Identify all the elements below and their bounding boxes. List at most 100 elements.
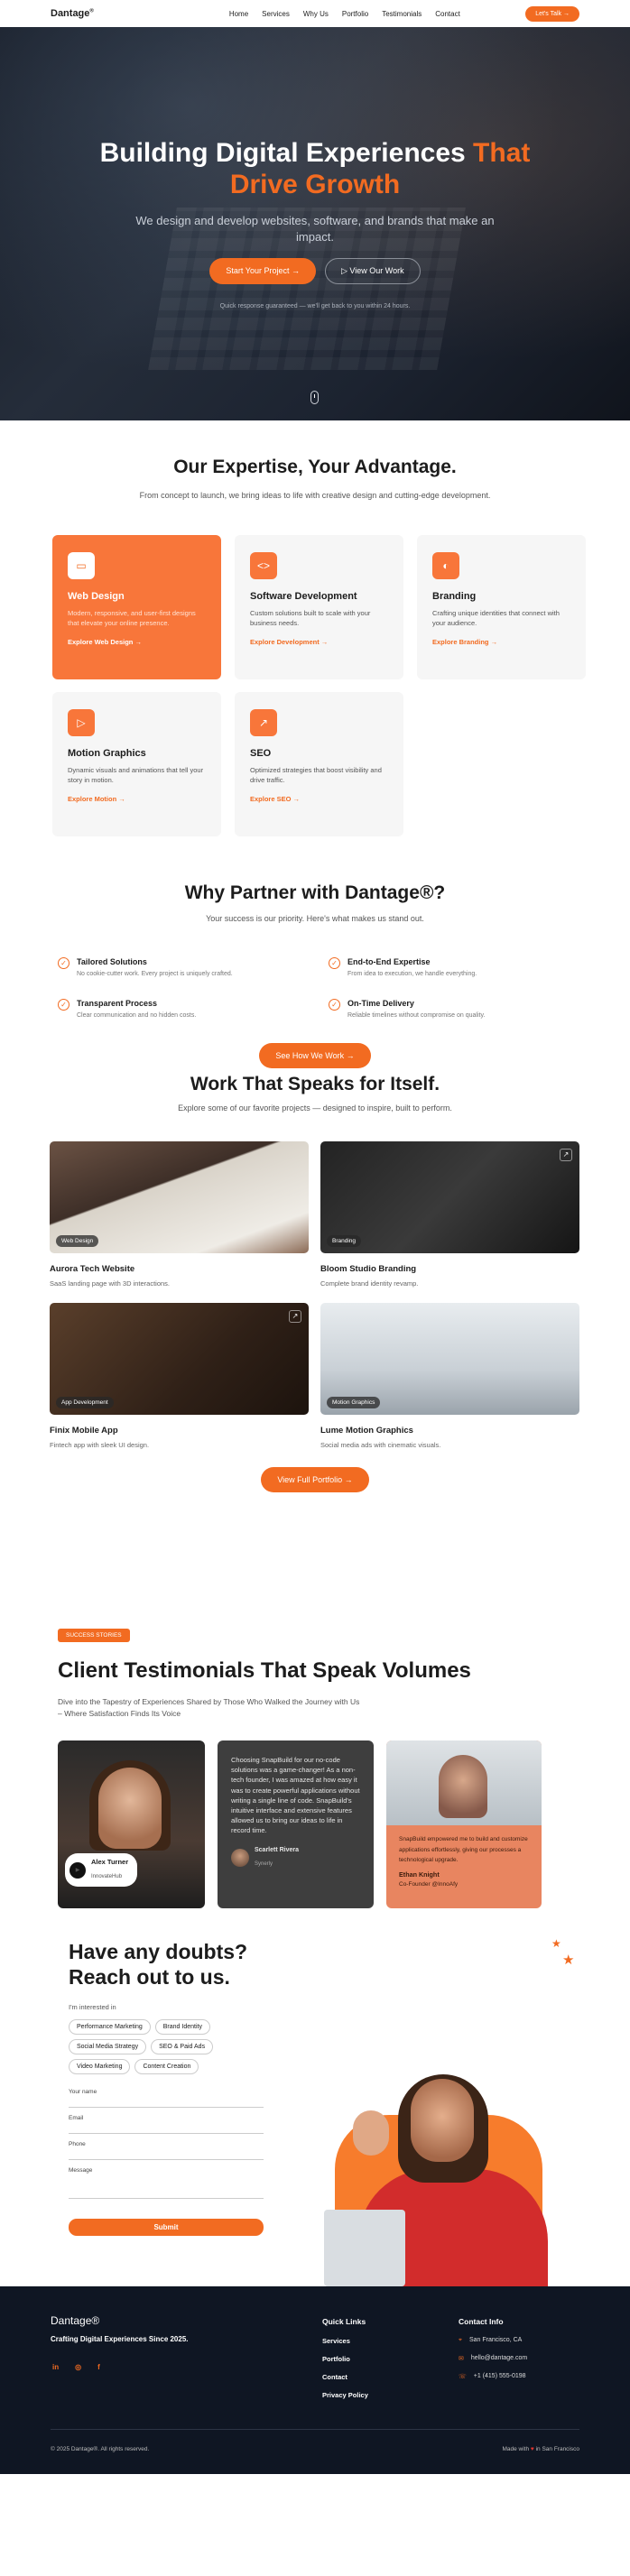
service-card-link[interactable]: Explore Motion → (68, 795, 206, 803)
project-card[interactable]: Web Design Aurora Tech Website SaaS land… (50, 1141, 309, 1288)
footer-tagline: Crafting Digital Experiences Since 2025. (51, 2335, 189, 2343)
quick-links-title: Quick Links (322, 2317, 366, 2326)
service-card-title: Motion Graphics (68, 748, 146, 759)
nav-link-testimonials[interactable]: Testimonials (382, 10, 422, 18)
project-card[interactable]: ↗ App Development Finix Mobile App Fintec… (50, 1303, 309, 1449)
footer-link-services[interactable]: Services (322, 2337, 368, 2345)
view-work-button[interactable]: ▷ View Our Work (324, 258, 421, 284)
project-card[interactable]: Motion Graphics Lume Motion Graphics Soc… (320, 1303, 579, 1449)
logo[interactable]: Dantage® (51, 8, 94, 19)
project-title: Aurora Tech Website (50, 1264, 135, 1274)
project-tag: Motion Graphics (327, 1397, 381, 1408)
service-card-branding[interactable]: ◐ Branding Crafting unique identities th… (417, 535, 586, 679)
play-icon[interactable]: ▶ (69, 1861, 86, 1879)
service-card-title: SEO (250, 748, 272, 759)
portfolio-section: Work That Speaks for Itself. Explore som… (0, 1070, 630, 1553)
project-image: ↗ Branding (320, 1141, 579, 1253)
avatar (231, 1849, 249, 1868)
message-field[interactable]: Message (69, 2160, 264, 2199)
feature-item: ✓ Transparent Process Clear communication… (58, 999, 301, 1019)
service-card-web-design[interactable]: ▭ Web Design Modern, responsive, and use… (52, 535, 221, 679)
video-testimonial[interactable]: ▶ Alex Turner InnovateHub (58, 1740, 205, 1908)
social-links: in ◎ f (52, 2363, 100, 2371)
expertise-title: Our Expertise, Your Advantage. (173, 457, 457, 477)
hero-title: Building Digital Experiences That Drive … (99, 138, 531, 199)
contact-section: Have any doubts? Reach out to us. I'm in… (0, 1937, 630, 2286)
portfolio-subtitle: Explore some of our favorite projects — … (178, 1103, 452, 1113)
testimonial-cards: ▶ Alex Turner InnovateHub Choosing SnapBu… (58, 1740, 630, 1908)
footer-logo[interactable]: Dantage® (51, 2314, 99, 2327)
testimonial-author: Scarlett Rivera Synerly (231, 1847, 360, 1870)
testimonial-name: Alex Turner (91, 1858, 129, 1866)
external-link-icon[interactable]: ↗ (289, 1310, 301, 1323)
testimonial-company: InnovateHub (91, 1874, 123, 1879)
email-field[interactable]: Email (69, 2108, 264, 2134)
chip-seo-paid-ads[interactable]: SEO & Paid Ads (151, 2039, 214, 2054)
scroll-indicator-icon[interactable] (310, 391, 319, 404)
service-card-link[interactable]: Explore Development → (250, 638, 388, 646)
linkedin-icon[interactable]: in (52, 2363, 59, 2371)
phone-field[interactable]: Phone (69, 2134, 264, 2160)
lets-talk-button[interactable]: Let's Talk → (525, 5, 579, 22)
mail-icon: ✉ (459, 2356, 464, 2362)
service-card-link[interactable]: Explore SEO → (250, 795, 388, 803)
instagram-icon[interactable]: ◎ (75, 2363, 81, 2371)
service-card-motion[interactable]: ▷ Motion Graphics Dynamic visuals and an… (52, 692, 221, 836)
service-card-link[interactable]: Explore Branding → (432, 638, 570, 646)
feature-desc: Clear communication and no hidden costs. (77, 1012, 197, 1019)
service-cards: ▭ Web Design Modern, responsive, and use… (52, 535, 630, 836)
view-portfolio-button[interactable]: View Full Portfolio → (261, 1467, 369, 1492)
photo-testimonial: SnapBuild empowered me to build and cust… (386, 1740, 542, 1908)
nav-link-contact[interactable]: Contact (435, 10, 460, 18)
project-tag: Web Design (56, 1235, 99, 1247)
service-card-desc: Dynamic visuals and animations that tell… (68, 766, 204, 784)
testimonial-name: Ethan Knight (399, 1870, 440, 1879)
monitor-icon: ▭ (68, 552, 95, 579)
feature-title: Tailored Solutions (77, 957, 147, 966)
quick-links: Quick Links Services Portfolio Contact P… (322, 2317, 368, 2409)
service-card-software[interactable]: <> Software Development Custom solutions… (235, 535, 403, 679)
chip-content-creation[interactable]: Content Creation (134, 2059, 199, 2074)
play-icon: ▷ (68, 709, 95, 736)
contact-illustration (322, 2074, 588, 2286)
chip-brand-identity[interactable]: Brand Identity (154, 2019, 210, 2035)
project-tag: App Development (56, 1397, 114, 1408)
testimonial-company: Synerly (255, 1860, 273, 1867)
submit-button[interactable]: Submit (69, 2219, 264, 2236)
contact-email[interactable]: ✉ hello@dantage.com (459, 2355, 527, 2362)
service-card-seo[interactable]: ↗ SEO Optimized strategies that boost vi… (235, 692, 403, 836)
video-badge[interactable]: ▶ Alex Turner InnovateHub (65, 1853, 138, 1887)
nav-link-why-us[interactable]: Why Us (303, 10, 329, 18)
contact-title: Have any doubts? Reach out to us. (69, 1940, 248, 1989)
footer-link-privacy[interactable]: Privacy Policy (322, 2391, 368, 2399)
expertise-section: Our Expertise, Your Advantage. From conc… (0, 420, 630, 881)
contact-address: ⌖ San Francisco, CA (459, 2337, 523, 2343)
testimonials-subtitle: Dive into the Tapestry of Experiences Sh… (58, 1697, 360, 1718)
footer-link-contact[interactable]: Contact (322, 2373, 368, 2381)
service-card-link[interactable]: Explore Web Design → (68, 638, 206, 646)
contact-phone[interactable]: ☏ +1 (415) 555-0198 (459, 2373, 527, 2380)
name-field[interactable]: Your name (69, 2082, 264, 2108)
chip-video-marketing[interactable]: Video Marketing (69, 2059, 131, 2074)
contact-info: Contact Info ⌖ San Francisco, CA ✉ hello@d… (459, 2317, 527, 2391)
nav-link-services[interactable]: Services (262, 10, 290, 18)
testimonial-text: SnapBuild empowered me to build and cust… (399, 1836, 528, 1863)
chip-performance-marketing[interactable]: Performance Marketing (69, 2019, 151, 2035)
facebook-icon[interactable]: f (97, 2363, 100, 2371)
made-with-love: Made with ♥ in San Francisco (502, 2446, 579, 2452)
project-card[interactable]: ↗ Branding Bloom Studio Branding Complete… (320, 1141, 579, 1288)
start-project-button[interactable]: Start Your Project → (209, 258, 316, 284)
feature-desc: From idea to execution, we handle everyt… (347, 971, 477, 977)
feature-item: ✓ On-Time Delivery Reliable timelines wit… (329, 999, 572, 1019)
external-link-icon[interactable]: ↗ (560, 1149, 572, 1161)
chip-social-media[interactable]: Social Media Strategy (69, 2039, 147, 2054)
nav-link-portfolio[interactable]: Portfolio (342, 10, 368, 18)
feature-desc: Reliable timelines without compromise on… (347, 1012, 486, 1019)
see-how-we-work-button[interactable]: See How We Work → (259, 1043, 371, 1068)
nav-link-home[interactable]: Home (229, 10, 248, 18)
check-icon: ✓ (58, 999, 69, 1011)
quote-testimonial: Choosing SnapBuild for our no-code solut… (218, 1740, 374, 1908)
footer-link-portfolio[interactable]: Portfolio (322, 2355, 368, 2363)
star-icon: ★ (562, 1953, 575, 1968)
nav-links: Home Services Why Us Portfolio Testimoni… (229, 10, 460, 18)
